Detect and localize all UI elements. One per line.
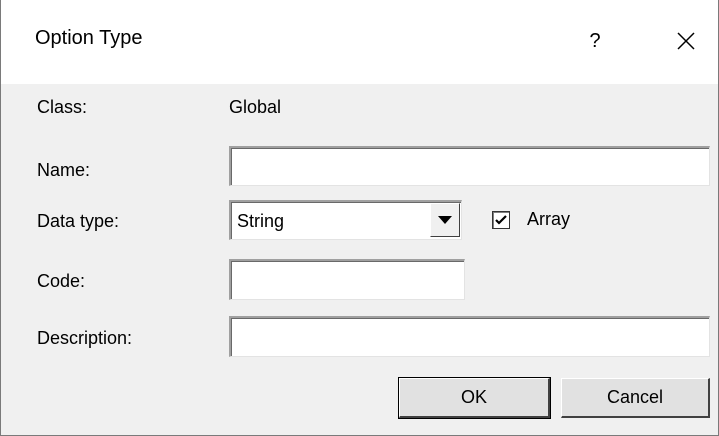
class-label: Class: (37, 97, 88, 117)
array-label[interactable]: Array (527, 209, 570, 230)
data-type-label: Data type: (37, 211, 120, 231)
chevron-down-icon (438, 216, 452, 224)
checkmark-icon (495, 215, 507, 225)
dropdown-arrow-button[interactable] (430, 203, 460, 237)
close-button[interactable] (661, 16, 711, 66)
array-checkbox[interactable] (492, 211, 510, 229)
name-input[interactable] (229, 146, 710, 186)
close-icon (677, 32, 695, 50)
help-button[interactable]: ? (575, 16, 615, 66)
title-bar: Option Type ? (1, 0, 718, 84)
dialog-title: Option Type (35, 27, 143, 49)
option-type-dialog: Option Type ? Class: Global Name: Data t… (0, 0, 719, 436)
code-input[interactable] (229, 259, 465, 300)
cancel-button[interactable]: Cancel (561, 378, 710, 418)
class-value: Global (229, 97, 282, 117)
name-label: Name: (37, 160, 91, 180)
description-input[interactable] (229, 316, 710, 357)
data-type-select[interactable]: String (229, 200, 462, 240)
code-label: Code: (37, 271, 86, 291)
ok-button[interactable]: OK (399, 378, 550, 418)
data-type-value: String (237, 211, 285, 231)
description-label: Description: (37, 328, 133, 348)
